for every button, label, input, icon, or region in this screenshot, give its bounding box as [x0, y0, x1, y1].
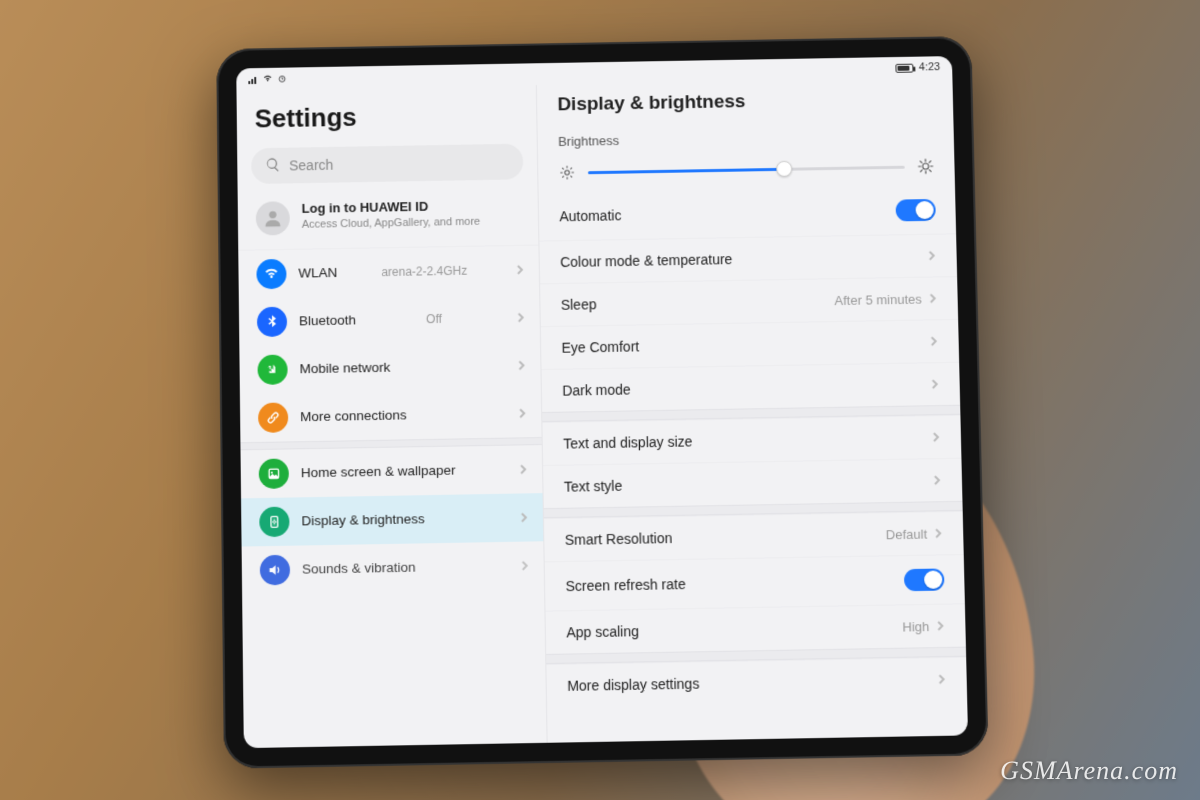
chevron-right-icon: [932, 473, 942, 488]
watermark: GSMArena.com: [1000, 756, 1178, 786]
search-placeholder: Search: [289, 157, 333, 174]
setting-row-app-scaling[interactable]: App scaling High: [546, 603, 966, 654]
setting-value: [930, 377, 940, 392]
setting-label: Dark mode: [562, 381, 631, 398]
sidebar-item-value: arena-2-2.4GHz: [381, 264, 471, 279]
setting-row-colour-mode-temperature[interactable]: Colour mode & temperature: [540, 233, 957, 283]
status-right: 4:23: [895, 61, 940, 74]
bluetooth-icon: [257, 307, 287, 337]
setting-row-text-and-display-size[interactable]: Text and display size: [543, 415, 962, 465]
setting-label: App scaling: [566, 623, 639, 640]
sidebar-item-bluetooth[interactable]: Bluetooth Off: [239, 293, 541, 346]
account-card[interactable]: Log in to HUAWEI ID Access Cloud, AppGal…: [238, 191, 539, 251]
sidebar-item-more-connections[interactable]: More connections: [240, 389, 542, 442]
search-icon: [265, 156, 281, 175]
sidebar-item-value: Off: [426, 312, 446, 326]
setting-row-dark-mode[interactable]: Dark mode: [542, 362, 960, 412]
chevron-right-icon: [936, 672, 946, 687]
sidebar-item-sounds-vibration[interactable]: Sounds & vibration: [242, 541, 545, 595]
signal-icon: [248, 74, 258, 84]
setting-value: [931, 430, 941, 445]
chevron-right-icon: [935, 618, 945, 633]
chevron-right-icon: [929, 334, 939, 349]
chevron-right-icon: [933, 526, 943, 541]
home-icon: [259, 458, 289, 489]
setting-label: Colour mode & temperature: [560, 251, 733, 270]
sidebar-item-label: Home screen & wallpaper: [301, 462, 456, 482]
chevron-right-icon: [519, 510, 529, 525]
sidebar-item-mobile-network[interactable]: Mobile network: [239, 341, 541, 394]
setting-label: More display settings: [567, 675, 699, 693]
setting-row-sleep[interactable]: Sleep After 5 minutes: [540, 276, 958, 326]
clock: 4:23: [919, 61, 941, 73]
settings-sidebar: Settings Search Log in to HUAWEI ID Acce…: [236, 85, 548, 748]
brightness-high-icon: [916, 157, 934, 175]
link-icon: [258, 402, 288, 433]
account-title: Log in to HUAWEI ID: [302, 198, 481, 216]
settings-nav[interactable]: WLAN arena-2-2.4GHz Bluetooth Off Mobile net…: [238, 246, 547, 749]
sidebar-item-label: Mobile network: [299, 359, 390, 377]
content-panes: Settings Search Log in to HUAWEI ID Acce…: [236, 78, 968, 748]
setting-value: [927, 248, 937, 263]
chevron-right-icon: [927, 248, 937, 263]
setting-value: Default: [886, 526, 944, 542]
wifi-icon: [256, 259, 286, 289]
setting-label: Text style: [564, 478, 623, 495]
chevron-right-icon: [517, 406, 527, 421]
brightness-low-icon: [558, 164, 576, 182]
display-icon: [259, 507, 289, 538]
setting-value: [932, 473, 942, 488]
brightness-slider[interactable]: [588, 157, 905, 182]
sound-icon: [260, 555, 290, 586]
setting-row-smart-resolution[interactable]: Smart Resolution Default: [544, 511, 963, 561]
device-frame: 4:23 Settings Search Log in: [216, 36, 988, 769]
status-left-icons: [248, 74, 287, 85]
sidebar-item-home-screen-wallpaper[interactable]: Home screen & wallpaper: [241, 445, 543, 498]
setting-label: Eye Comfort: [561, 338, 639, 355]
setting-label: Screen refresh rate: [565, 576, 685, 594]
setting-value: [936, 672, 946, 687]
chevron-right-icon: [930, 377, 940, 392]
chevron-right-icon: [520, 558, 530, 573]
account-subtitle: Access Cloud, AppGallery, and more: [302, 215, 481, 233]
sidebar-item-label: Sounds & vibration: [302, 559, 416, 578]
chevron-right-icon: [516, 310, 526, 325]
wifi-status-icon: [262, 74, 273, 84]
chevron-right-icon: [928, 291, 938, 306]
toggle[interactable]: [895, 199, 935, 222]
setting-value: High: [902, 618, 945, 634]
sidebar-item-label: WLAN: [298, 265, 337, 282]
setting-row-screen-refresh-rate[interactable]: Screen refresh rate: [545, 554, 965, 611]
setting-value: [929, 334, 939, 349]
setting-label: Sleep: [561, 296, 597, 313]
settings-rows: Automatic Colour mode & temperature Sleep A…: [539, 186, 967, 708]
avatar-icon: [256, 201, 290, 235]
alarm-icon: [277, 74, 287, 84]
mobile-icon: [257, 355, 287, 385]
chevron-right-icon: [515, 262, 525, 277]
setting-row-more-display-settings[interactable]: More display settings: [547, 657, 967, 708]
chevron-right-icon: [517, 358, 527, 373]
sidebar-item-label: Display & brightness: [301, 511, 425, 530]
sidebar-item-label: More connections: [300, 407, 407, 426]
sidebar-item-wlan[interactable]: WLAN arena-2-2.4GHz: [238, 246, 539, 299]
setting-row-text-style[interactable]: Text style: [543, 458, 962, 508]
battery-icon: [895, 63, 913, 72]
setting-row-automatic[interactable]: Automatic: [539, 186, 956, 241]
detail-title: Display & brightness: [537, 82, 953, 131]
setting-row-eye-comfort[interactable]: Eye Comfort: [541, 319, 959, 369]
sidebar-item-display-brightness[interactable]: Display & brightness: [241, 493, 544, 546]
toggle[interactable]: [904, 568, 945, 591]
setting-label: Text and display size: [563, 433, 693, 451]
chevron-right-icon: [518, 462, 528, 477]
setting-value: After 5 minutes: [834, 291, 938, 308]
screen: 4:23 Settings Search Log in: [236, 56, 968, 748]
chevron-right-icon: [931, 430, 941, 445]
detail-pane: Display & brightness Brightness Aut: [537, 78, 968, 743]
setting-label: Automatic: [559, 207, 621, 224]
sidebar-item-label: Bluetooth: [299, 312, 356, 330]
page-title: Settings: [237, 93, 538, 149]
search-input[interactable]: Search: [251, 144, 524, 184]
setting-label: Smart Resolution: [565, 530, 673, 548]
